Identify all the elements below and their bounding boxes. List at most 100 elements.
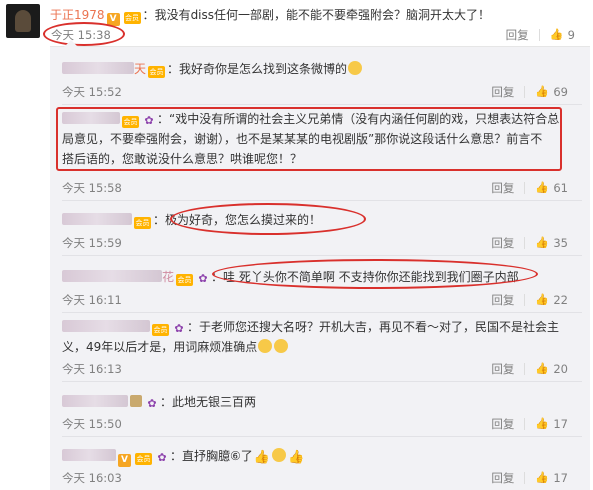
reply-username[interactable] <box>62 320 150 332</box>
member-badge-icon <box>130 395 142 407</box>
colon: ： <box>142 8 155 22</box>
reply-actions: 回复 👍 35 <box>491 235 568 251</box>
reply-line: 义，49年以后才是，用词麻烦准确点 <box>62 337 582 357</box>
like-count: 9 <box>567 28 575 42</box>
reply-text: ：此地无银三百两 <box>160 395 257 409</box>
thumbs-up-icon[interactable]: 👍 <box>535 182 549 194</box>
annotation-ellipse <box>170 203 366 235</box>
reply-text: ：我好奇你是怎么找到这条微博的 <box>167 62 348 76</box>
reply-button[interactable]: 回复 <box>491 361 514 377</box>
thumbs-up-icon[interactable]: 👍 <box>550 29 564 41</box>
reply-button[interactable]: 回复 <box>506 27 529 43</box>
thumbs-up-icon[interactable]: 👍 <box>535 363 549 375</box>
reply-time: 今天 15:59 <box>62 236 122 250</box>
thumbs-up-icon[interactable]: 👍 <box>535 237 549 249</box>
divider <box>524 294 526 306</box>
reply-time: 今天 16:11 <box>62 293 122 307</box>
annotation-ellipse <box>212 259 538 289</box>
reply-button[interactable]: 回复 <box>491 416 514 432</box>
annotation-rect <box>56 107 562 171</box>
avatar[interactable] <box>6 4 40 38</box>
like-count: 17 <box>553 417 568 431</box>
flower-badge-icon: ✿ <box>174 322 184 335</box>
thumbs-up-icon[interactable]: 👍 <box>535 86 549 98</box>
reply-actions: 回复 👍 17 <box>491 416 568 432</box>
reply-time: 今天 16:03 <box>62 471 122 485</box>
member-badge-icon: 会员 <box>135 453 152 465</box>
flower-badge-icon: ✿ <box>147 397 157 410</box>
reply-username[interactable] <box>62 449 116 461</box>
reply-username[interactable] <box>62 213 132 225</box>
replies-panel: 天会员 ：我好奇你是怎么找到这条微博的 今天 15:52 回复 👍 69 会员 ✿ ：“戏… <box>50 40 590 490</box>
reply-button[interactable]: 回复 <box>491 292 514 308</box>
reply-text: 义，49年以后才是，用词麻烦准确点 <box>62 340 258 354</box>
smiley-emoji-icon <box>348 61 363 75</box>
divider <box>524 418 526 430</box>
reply-time: 今天 15:50 <box>62 417 122 431</box>
divider <box>524 363 526 375</box>
member-badge-icon: 会员 <box>176 274 194 286</box>
member-badge-icon: 会员 <box>123 12 141 24</box>
like-count: 69 <box>553 85 568 99</box>
thumbs-up-emoji-icon: 👍 <box>253 450 270 465</box>
reply-username-tail[interactable]: 天 <box>134 62 146 76</box>
comment-username[interactable]: 于正1978 <box>50 8 105 22</box>
reply-time: 今天 15:52 <box>62 85 122 99</box>
smiley-emoji-icon <box>258 339 273 353</box>
thumbs-up-emoji-icon: 👍 <box>287 450 305 465</box>
reply-actions: 回复 👍 69 <box>491 84 568 100</box>
reply-button[interactable]: 回复 <box>491 180 514 196</box>
like-count: 35 <box>553 236 568 250</box>
like-count: 20 <box>553 362 568 376</box>
comment-text: 我没有diss任何一部剧，能不能不要牵强附会？脑洞开太大了！ <box>154 8 491 22</box>
divider <box>62 312 582 313</box>
comment-actions: 回复 👍 9 <box>506 27 575 43</box>
thumbs-up-icon[interactable]: 👍 <box>535 294 549 306</box>
annotation-ellipse <box>43 22 125 46</box>
reply-line: 天会员 ：我好奇你是怎么找到这条微博的 <box>62 59 582 79</box>
divider <box>524 86 526 98</box>
reply-username[interactable] <box>62 62 134 74</box>
reply-username[interactable] <box>62 270 162 282</box>
member-badge-icon: 会员 <box>148 66 166 78</box>
reply-actions: 回复 👍 22 <box>491 292 568 308</box>
reply-line: V 会员 ✿ ：直抒胸臆⑥了👍 👍 <box>62 446 582 468</box>
divider <box>524 472 526 484</box>
reply-button[interactable]: 回复 <box>491 84 514 100</box>
divider <box>62 104 582 105</box>
comment-thread: 于正1978 V 会员 ：我没有diss任何一部剧，能不能不要牵强附会？脑洞开太大了！… <box>0 0 593 490</box>
reply-time: 今天 16:13 <box>62 362 122 376</box>
top-comment: 于正1978 V 会员 ：我没有diss任何一部剧，能不能不要牵强附会？脑洞开太大了！ <box>50 6 590 26</box>
divider <box>62 255 582 256</box>
reply-time: 今天 15:58 <box>62 181 122 195</box>
divider <box>524 237 526 249</box>
thumbs-up-icon[interactable]: 👍 <box>535 472 549 484</box>
thumbs-up-icon[interactable]: 👍 <box>535 418 549 430</box>
reply-username[interactable] <box>62 395 128 407</box>
divider <box>62 381 582 382</box>
verified-badge-icon: V <box>118 454 131 467</box>
reply-text: ：于老师您还搜大名呀？开机大吉，再见不看～对了，民国不是社会主 <box>187 320 560 334</box>
member-badge-icon: 会员 <box>152 324 169 336</box>
reply-username-tail[interactable]: 花 <box>162 270 174 284</box>
caret <box>64 40 78 47</box>
like-count: 17 <box>553 471 568 485</box>
smiley-emoji-icon <box>274 339 289 353</box>
member-badge-icon: 会员 <box>134 217 151 229</box>
reply-line: 会员 ✿ ：于老师您还搜大名呀？开机大吉，再见不看～对了，民国不是社会主 <box>62 317 582 337</box>
reply-actions: 回复 👍 17 <box>491 470 568 486</box>
reply-text: ：直抒胸臆⑥了 <box>170 449 253 463</box>
reply-actions: 回复 👍 20 <box>491 361 568 377</box>
smiley-emoji-icon <box>271 448 286 462</box>
divider <box>62 436 582 437</box>
reply-line: ✿ ：此地无银三百两 <box>62 392 582 412</box>
divider <box>524 182 526 194</box>
flower-badge-icon: ✿ <box>198 272 208 285</box>
divider <box>62 200 582 201</box>
like-count: 22 <box>553 293 568 307</box>
reply-button[interactable]: 回复 <box>491 235 514 251</box>
like-count: 61 <box>553 181 568 195</box>
reply-button[interactable]: 回复 <box>491 470 514 486</box>
flower-badge-icon: ✿ <box>157 451 167 464</box>
reply-actions: 回复 👍 61 <box>491 180 568 196</box>
